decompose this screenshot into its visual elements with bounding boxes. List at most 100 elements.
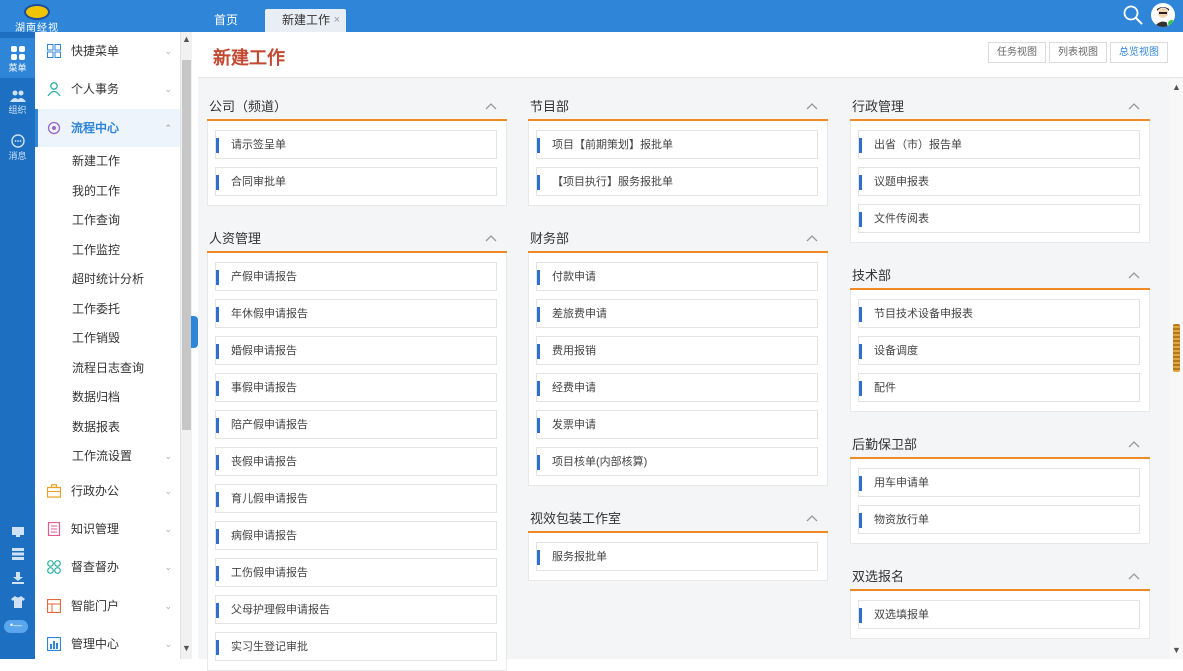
workflow-item[interactable]: 费用报销 bbox=[536, 336, 818, 365]
section-header[interactable]: 公司（频道） bbox=[207, 93, 507, 121]
menu-group-admin-office[interactable]: 行政办公 ⌄ bbox=[35, 472, 180, 510]
workflow-item[interactable]: 【项目执行】服务报批单 bbox=[536, 167, 818, 196]
workflow-item[interactable]: 服务报批单 bbox=[536, 542, 818, 571]
workflow-item[interactable]: 配件 bbox=[858, 373, 1140, 402]
section-header[interactable]: 技术部 bbox=[850, 262, 1150, 290]
chevron-up-icon[interactable] bbox=[806, 233, 818, 245]
chevron-up-icon[interactable] bbox=[806, 513, 818, 525]
menu-group-knowledge[interactable]: 知识管理 ⌄ bbox=[35, 510, 180, 548]
workflow-item[interactable]: 设备调度 bbox=[858, 336, 1140, 365]
scroll-thumb[interactable] bbox=[182, 60, 191, 430]
menu-group-admin-center[interactable]: 管理中心 ⌄ bbox=[35, 625, 180, 659]
section-header[interactable]: 人资管理 bbox=[207, 225, 507, 253]
chevron-up-icon[interactable] bbox=[1128, 571, 1140, 583]
workflow-item[interactable]: 育儿假申请报告 bbox=[215, 484, 497, 513]
section-title: 人资管理 bbox=[209, 231, 262, 246]
workflow-item[interactable]: 事假申请报告 bbox=[215, 373, 497, 402]
section-header[interactable]: 后勤保卫部 bbox=[850, 431, 1150, 459]
workflow-item[interactable]: 年休假申请报告 bbox=[215, 299, 497, 328]
search-icon[interactable] bbox=[1122, 4, 1144, 26]
chevron-down-icon: ⌄ bbox=[164, 639, 172, 649]
workflow-item[interactable]: 产假申请报告 bbox=[215, 262, 497, 291]
scroll-down-icon[interactable]: ▼ bbox=[1172, 645, 1181, 655]
menu-item-flow-log[interactable]: 流程日志查询 bbox=[35, 354, 180, 383]
scroll-up-icon[interactable]: ▲ bbox=[1172, 82, 1181, 92]
workflow-item[interactable]: 经费申请 bbox=[536, 373, 818, 402]
scroll-thumb[interactable] bbox=[1173, 324, 1180, 372]
workflow-item[interactable]: 项目【前期策划】报批单 bbox=[536, 130, 818, 159]
rail-item-org[interactable]: 组织 bbox=[0, 90, 35, 124]
app-logo[interactable]: 湖南经视 bbox=[6, 2, 66, 34]
workflow-item[interactable]: 病假申请报告 bbox=[215, 521, 497, 550]
server-icon[interactable] bbox=[0, 548, 35, 563]
menu-group-portal[interactable]: 智能门户 ⌄ bbox=[35, 587, 180, 625]
flow-icon bbox=[47, 121, 61, 135]
menu-item-my-work[interactable]: 我的工作 bbox=[35, 177, 180, 206]
workflow-item[interactable]: 工伤假申请报告 bbox=[215, 558, 497, 587]
workflow-item[interactable]: 差旅费申请 bbox=[536, 299, 818, 328]
chevron-up-icon[interactable] bbox=[485, 101, 497, 113]
workflow-item[interactable]: 婚假申请报告 bbox=[215, 336, 497, 365]
section-header[interactable]: 双选报名 bbox=[850, 563, 1150, 591]
menu-item-data-archive[interactable]: 数据归档 bbox=[35, 383, 180, 412]
workflow-item[interactable]: 实习生登记审批 bbox=[215, 632, 497, 661]
menu-item-work-monitor[interactable]: 工作监控 bbox=[35, 236, 180, 265]
toggle-icon[interactable]: •— bbox=[4, 620, 28, 633]
rail-item-messages[interactable]: 消息 bbox=[0, 134, 35, 168]
section-body: 产假申请报告 年休假申请报告 婚假申请报告 事假申请报告 陪产假申请报告 丧假申请报告 育儿… bbox=[207, 253, 507, 671]
shirt-icon[interactable] bbox=[0, 596, 35, 611]
menu-group-flow[interactable]: 流程中心 ⌃ bbox=[35, 109, 180, 147]
workflow-item[interactable]: 发票申请 bbox=[536, 410, 818, 439]
download-icon[interactable] bbox=[0, 572, 35, 587]
workflow-item[interactable]: 文件传阅表 bbox=[858, 204, 1140, 233]
workflow-item[interactable]: 陪产假申请报告 bbox=[215, 410, 497, 439]
workflow-item[interactable]: 请示签呈单 bbox=[215, 130, 497, 159]
workflow-item[interactable]: 议题申报表 bbox=[858, 167, 1140, 196]
workflow-item[interactable]: 出省（市）报告单 bbox=[858, 130, 1140, 159]
menu-item-timeout-stats[interactable]: 超时统计分析 bbox=[35, 265, 180, 294]
tab-new-work[interactable]: 新建工作 × bbox=[265, 9, 346, 32]
tab-home[interactable]: 首页 bbox=[203, 9, 249, 32]
menu-group-supervision[interactable]: 督查督办 ⌄ bbox=[35, 548, 180, 586]
workflow-item[interactable]: 双选填报单 bbox=[858, 600, 1140, 629]
section-header[interactable]: 财务部 bbox=[528, 225, 828, 253]
section-header[interactable]: 行政管理 bbox=[850, 93, 1150, 121]
workflow-item[interactable]: 合同审批单 bbox=[215, 167, 497, 196]
scroll-down-icon[interactable]: ▼ bbox=[182, 643, 191, 653]
avatar[interactable] bbox=[1151, 3, 1175, 27]
workflow-item[interactable]: 父母护理假申请报告 bbox=[215, 595, 497, 624]
scroll-up-icon[interactable]: ▲ bbox=[182, 34, 191, 44]
workflow-item[interactable]: 物资放行单 bbox=[858, 505, 1140, 534]
chevron-up-icon[interactable] bbox=[806, 101, 818, 113]
workflow-item[interactable]: 用车申请单 bbox=[858, 468, 1140, 497]
close-icon[interactable]: × bbox=[334, 9, 340, 32]
section-header[interactable]: 节目部 bbox=[528, 93, 828, 121]
workflow-item[interactable]: 项目核单(内部核算) bbox=[536, 447, 818, 476]
menu-item-work-delegate[interactable]: 工作委托 bbox=[35, 295, 180, 324]
category-section: 双选报名 双选填报单 bbox=[850, 563, 1150, 639]
workflow-item[interactable]: 丧假申请报告 bbox=[215, 447, 497, 476]
menu-item-work-query[interactable]: 工作查询 bbox=[35, 206, 180, 235]
workflow-item[interactable]: 节目技术设备申报表 bbox=[858, 299, 1140, 328]
menu-item-work-destroy[interactable]: 工作销毁 bbox=[35, 324, 180, 353]
chevron-up-icon[interactable] bbox=[1128, 270, 1140, 282]
menu-item-workflow-settings[interactable]: 工作流设置 ⌄ bbox=[35, 442, 180, 471]
main-scrollbar[interactable]: ▲ ▼ bbox=[1170, 78, 1183, 659]
rail-item-menu[interactable]: 菜单 bbox=[0, 38, 35, 78]
view-button-overview[interactable]: 总览视图 bbox=[1110, 42, 1168, 63]
menu-group-personal[interactable]: 个人事务 ⌄ bbox=[35, 70, 180, 108]
view-button-task[interactable]: 任务视图 bbox=[988, 42, 1046, 63]
sidebar-collapse-handle[interactable] bbox=[191, 316, 198, 348]
monitor-icon[interactable] bbox=[0, 526, 35, 541]
section-title: 公司（频道） bbox=[209, 99, 288, 114]
menu-item-data-report[interactable]: 数据报表 bbox=[35, 413, 180, 442]
chevron-up-icon[interactable] bbox=[485, 233, 497, 245]
view-button-list[interactable]: 列表视图 bbox=[1049, 42, 1107, 63]
section-title: 节目部 bbox=[530, 99, 570, 114]
menu-group-quick[interactable]: 快捷菜单 ⌄ bbox=[35, 32, 180, 70]
chevron-up-icon[interactable] bbox=[1128, 101, 1140, 113]
section-header[interactable]: 视效包装工作室 bbox=[528, 505, 828, 533]
workflow-item[interactable]: 付款申请 bbox=[536, 262, 818, 291]
chevron-up-icon[interactable] bbox=[1128, 439, 1140, 451]
menu-item-new-work[interactable]: 新建工作 bbox=[35, 147, 180, 176]
